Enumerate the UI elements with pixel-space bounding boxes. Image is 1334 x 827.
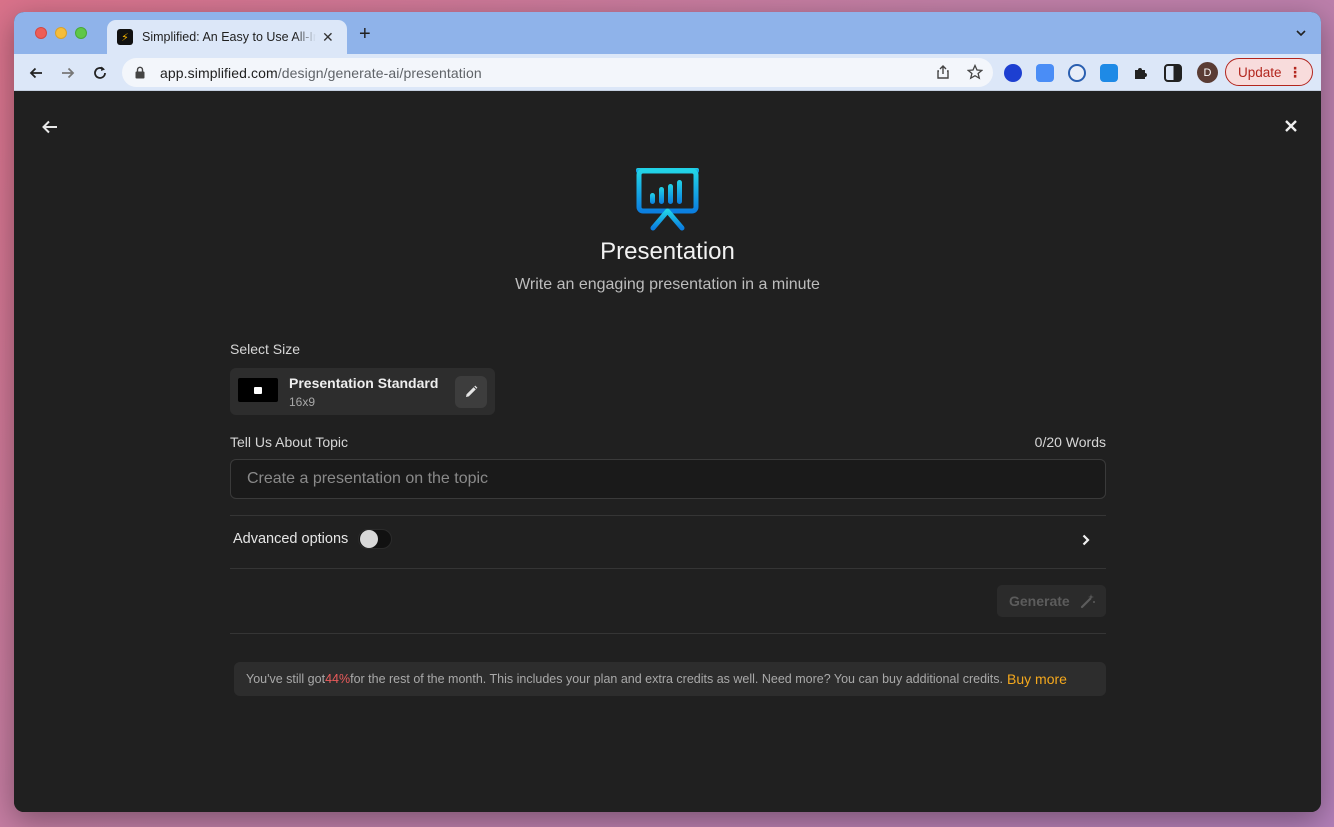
back-nav-icon[interactable]: [26, 63, 46, 83]
credits-notice: You've still got 44% for the rest of the…: [234, 662, 1106, 696]
extension-tag-icon[interactable]: [1100, 64, 1118, 82]
edit-size-button[interactable]: [455, 376, 487, 408]
select-size-label: Select Size: [230, 341, 301, 357]
url-text: app.simplified.com/design/generate-ai/pr…: [160, 64, 482, 81]
size-selector-card[interactable]: Presentation Standard 16x9: [230, 368, 495, 415]
new-tab-plus-icon[interactable]: +: [359, 24, 371, 44]
extension-password-icon[interactable]: [1068, 64, 1086, 82]
side-panel-icon[interactable]: [1164, 64, 1182, 82]
simplified-favicon-icon: ⚡: [117, 29, 133, 45]
chevron-right-icon[interactable]: [1080, 532, 1092, 548]
share-icon[interactable]: [935, 64, 951, 80]
generate-button[interactable]: Generate: [997, 585, 1106, 617]
browser-tab-active[interactable]: ⚡ Simplified: An Easy to Use All-In-One …: [107, 20, 347, 54]
divider: [230, 515, 1106, 516]
advanced-options-label: Advanced options: [233, 531, 349, 547]
advanced-options-toggle[interactable]: [358, 529, 392, 549]
bookmark-star-icon[interactable]: [967, 64, 983, 80]
page-subtitle: Write an engaging presentation in a minu…: [515, 276, 820, 293]
page-title: Presentation: [600, 238, 735, 265]
update-button[interactable]: Update ⋮: [1225, 58, 1313, 86]
back-arrow-icon[interactable]: [40, 117, 60, 137]
topic-input[interactable]: [230, 459, 1106, 499]
minimize-window-button[interactable]: [55, 27, 67, 39]
reload-icon[interactable]: [90, 63, 110, 83]
profile-avatar[interactable]: D: [1197, 62, 1218, 83]
maximize-window-button[interactable]: [75, 27, 87, 39]
divider: [230, 568, 1106, 569]
magic-wand-icon: [1080, 594, 1095, 609]
forward-nav-icon[interactable]: [58, 63, 78, 83]
tab-title: Simplified: An Easy to Use All-In-One Ap…: [142, 30, 316, 44]
address-bar[interactable]: app.simplified.com/design/generate-ai/pr…: [122, 58, 993, 87]
size-thumbnail: [238, 378, 278, 402]
buy-more-link[interactable]: Buy more: [1007, 671, 1067, 687]
credits-percent: 44%: [325, 672, 351, 686]
topic-label: Tell Us About Topic: [230, 434, 349, 450]
extensions-puzzle-icon[interactable]: [1132, 64, 1150, 82]
word-count: 0/20 Words: [1034, 434, 1106, 450]
browser-window: ⚡ Simplified: An Easy to Use All-In-One …: [14, 12, 1321, 812]
close-window-button[interactable]: [35, 27, 47, 39]
tab-search-chevron-icon[interactable]: [1295, 27, 1307, 39]
tab-strip: ⚡ Simplified: An Easy to Use All-In-One …: [14, 12, 1321, 54]
generator-page: Presentation Write an engaging presentat…: [14, 91, 1321, 812]
more-menu-icon[interactable]: ⋮: [1288, 65, 1302, 79]
divider: [230, 633, 1106, 634]
size-ratio: 16x9: [289, 395, 316, 409]
toggle-knob: [360, 530, 378, 548]
close-icon[interactable]: [1283, 118, 1299, 134]
pencil-icon: [466, 385, 478, 397]
presentation-board-icon: [636, 168, 699, 231]
extension-blue-square-icon[interactable]: [1036, 64, 1054, 82]
size-name: Presentation Standard: [289, 375, 439, 391]
lock-icon: [135, 66, 145, 79]
extension-compass-icon[interactable]: [1004, 64, 1022, 82]
tab-close-icon[interactable]: ✕: [322, 29, 334, 46]
browser-toolbar: app.simplified.com/design/generate-ai/pr…: [14, 54, 1321, 91]
